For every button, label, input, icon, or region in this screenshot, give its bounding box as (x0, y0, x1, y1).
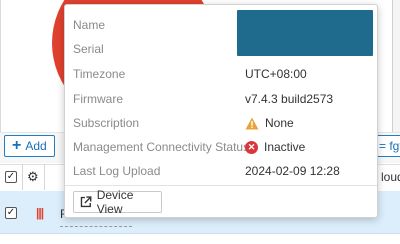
plus-icon: + (12, 137, 22, 154)
panel-edge (392, 0, 400, 132)
last-log-upload-value: 2024-02-09 12:28 (245, 164, 340, 178)
firmware-label: Firmware (73, 92, 123, 106)
subscription-label: Subscription (73, 116, 140, 130)
select-all-checkbox[interactable]: ✓ (5, 171, 17, 183)
name-label: Name (73, 18, 106, 32)
connectivity-status-label: Management Connectivity Status (73, 140, 250, 154)
redacted-name-serial (237, 10, 373, 56)
add-button[interactable]: + Add (4, 135, 55, 157)
panel-border (0, 0, 1, 132)
column-divider (22, 164, 23, 190)
device-info-card: Name Serial Timezone UTC+08:00 Firmware … (64, 4, 378, 218)
firmware-text: v7.4.3 build2573 (245, 92, 334, 106)
column-header-cloud[interactable]: loud (381, 170, 400, 184)
connectivity-status-value: ✕ Inactive (245, 140, 305, 154)
last-log-upload-label: Last Log Upload (73, 164, 161, 178)
last-log-upload-text: 2024-02-09 12:28 (245, 164, 340, 178)
row-checkbox[interactable]: ✓ (5, 207, 17, 219)
device-view-label: Device View (96, 188, 134, 216)
warning-icon (245, 117, 259, 129)
subscription-value: None (245, 116, 294, 130)
dotted-underline (60, 226, 132, 227)
timezone-text: UTC+08:00 (245, 67, 307, 81)
column-divider (44, 164, 45, 190)
error-icon: ✕ (245, 140, 258, 154)
connectivity-status-text: Inactive (264, 140, 306, 154)
card-divider (65, 185, 377, 186)
add-button-label: Add (25, 139, 47, 153)
timezone-value: UTC+08:00 (245, 67, 307, 81)
external-link-icon (80, 196, 92, 208)
subscription-text: None (265, 116, 294, 130)
device-view-button[interactable]: Device View (73, 188, 162, 216)
firmware-value: v7.4.3 build2573 (245, 92, 333, 106)
timezone-label: Timezone (73, 67, 126, 81)
serial-label: Serial (73, 42, 104, 56)
gear-icon[interactable]: ⚙ (27, 169, 39, 185)
device-type-icon: ||| (36, 206, 44, 220)
